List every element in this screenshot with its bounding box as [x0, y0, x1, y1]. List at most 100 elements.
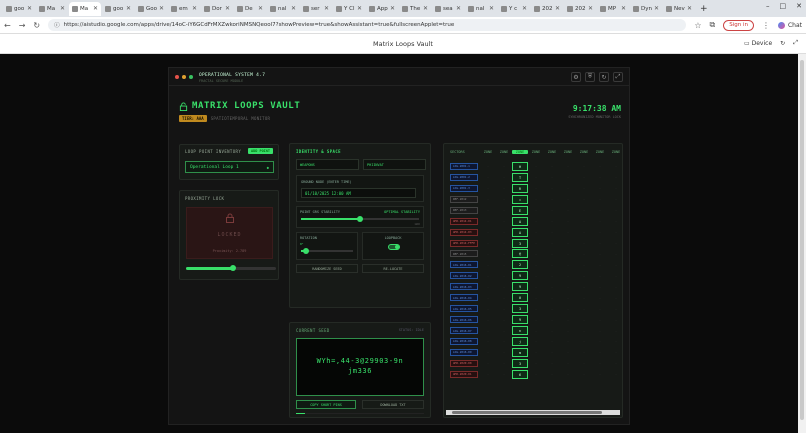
tab-close-icon[interactable]: ✕ — [687, 5, 692, 12]
browser-tab[interactable]: em ✕ — [168, 2, 200, 16]
settings-icon[interactable]: ⚙ — [571, 72, 581, 82]
sector-tag[interactable]: LOG-2016-02 — [450, 272, 478, 280]
browser-tab[interactable]: ser ✕ — [300, 2, 332, 16]
site-info-icon[interactable]: ⓘ — [54, 21, 60, 29]
sector-tag[interactable]: LOG-2016-05 — [450, 305, 478, 313]
tab-close-icon[interactable]: ✕ — [654, 5, 659, 12]
loop-select[interactable]: Operational Loop 1 ◆ — [185, 161, 274, 173]
add-point-button[interactable]: ADD POINT — [248, 148, 273, 154]
maximize-icon[interactable]: □ — [780, 2, 787, 10]
sector-tag[interactable]: AMX-2020-01 — [450, 370, 478, 378]
sign-in-button[interactable]: Sign in — [723, 19, 754, 31]
shield-icon[interactable]: ⛨ — [585, 72, 595, 82]
browser-tab[interactable]: Nev ✕ — [663, 2, 695, 16]
browser-tab[interactable]: goo ✕ — [102, 2, 134, 16]
phiinvat-field[interactable]: PHIINVAT — [363, 159, 426, 170]
close-window-icon[interactable]: ✕ — [796, 2, 802, 10]
tab-close-icon[interactable]: ✕ — [588, 5, 593, 12]
browser-tab[interactable]: goo ✕ — [3, 2, 35, 16]
proximity-slider[interactable] — [186, 265, 276, 271]
browser-tab[interactable]: nal ✕ — [465, 2, 497, 16]
browser-tab[interactable]: nal ✕ — [267, 2, 299, 16]
forward-icon[interactable]: → — [19, 21, 26, 30]
close-dot-icon[interactable] — [175, 75, 179, 79]
rotation-slider[interactable] — [301, 248, 353, 254]
minimize-icon[interactable]: – — [766, 2, 770, 10]
sector-tag[interactable]: AMX-2014-03 — [450, 228, 478, 236]
tab-close-icon[interactable]: ✕ — [489, 5, 494, 12]
browser-tab[interactable]: De ✕ — [234, 2, 266, 16]
browser-tab[interactable]: The ✕ — [399, 2, 431, 16]
new-tab-button[interactable]: + — [696, 4, 712, 14]
browser-tab[interactable]: 202 ✕ — [564, 2, 596, 16]
extensions-icon[interactable]: ⧉ — [709, 20, 715, 30]
browser-tab[interactable]: Y Cl ✕ — [333, 2, 365, 16]
reload-icon[interactable]: ↻ — [33, 21, 40, 30]
tab-close-icon[interactable]: ✕ — [159, 5, 164, 12]
sector-tag[interactable]: AMX-2014-01 — [450, 217, 478, 225]
tab-close-icon[interactable]: ✕ — [60, 5, 65, 12]
device-button[interactable]: ▭ Device — [744, 40, 772, 47]
browser-tab[interactable]: Ma ✕ — [36, 2, 68, 16]
tab-close-icon[interactable]: ✕ — [225, 5, 230, 12]
sector-tag[interactable]: LOG-2016-09 — [450, 348, 478, 356]
browser-tab[interactable]: Dyn ✕ — [630, 2, 662, 16]
download-button[interactable]: DOWNLOAD TXT — [362, 400, 424, 409]
maximize-dot-icon[interactable] — [189, 75, 193, 79]
anchor-datetime-input[interactable]: 01/10/2025 12:00 AM — [301, 188, 416, 198]
minimize-dot-icon[interactable] — [182, 75, 186, 79]
sync-icon[interactable]: ↻ — [599, 72, 609, 82]
tab-close-icon[interactable]: ✕ — [390, 5, 395, 12]
sector-tag[interactable]: REF-2013 — [450, 206, 478, 214]
sector-tag[interactable]: AMX-2020-00 — [450, 359, 478, 367]
browser-tab[interactable]: Dor ✕ — [201, 2, 233, 16]
grid-scroll-thumb[interactable] — [452, 411, 602, 414]
browser-tab[interactable]: sea ✕ — [432, 2, 464, 16]
refresh-icon[interactable]: ↻ — [780, 40, 785, 47]
expand-icon[interactable]: ⤢ — [613, 72, 623, 82]
sector-tag[interactable]: AMX-2014-FFFE — [450, 239, 478, 247]
sector-tag[interactable]: LOG-2016-07 — [450, 327, 478, 335]
sector-tag[interactable]: LOG-2001-2 — [450, 173, 478, 181]
stability-slider-knob[interactable] — [357, 216, 363, 222]
sector-tag[interactable]: LOG-2016-04 — [450, 294, 478, 302]
tab-close-icon[interactable]: ✕ — [192, 5, 197, 12]
tab-close-icon[interactable]: ✕ — [456, 5, 461, 12]
tab-close-icon[interactable]: ✕ — [291, 5, 296, 12]
fullscreen-icon[interactable]: ⤢ — [793, 39, 798, 47]
tab-close-icon[interactable]: ✕ — [93, 5, 98, 12]
sector-tag[interactable]: LOG-2016-01 — [450, 261, 478, 269]
sector-tag[interactable]: LOG-2016-06 — [450, 316, 478, 324]
relocate-button[interactable]: RE-LOCATE — [362, 264, 424, 273]
tab-close-icon[interactable]: ✕ — [27, 5, 32, 12]
tab-close-icon[interactable]: ✕ — [258, 5, 263, 12]
chat-button[interactable]: Chat — [777, 21, 802, 29]
browser-tab[interactable]: Y c ✕ — [498, 2, 530, 16]
back-icon[interactable]: ← — [4, 21, 11, 30]
sector-tag[interactable]: REF-2015 — [450, 250, 478, 258]
sector-tag[interactable]: LOG-2016-08 — [450, 337, 478, 345]
bookmark-star-icon[interactable]: ☆ — [694, 21, 701, 30]
url-input[interactable]: ⓘ https://aistudio.google.com/apps/drive… — [48, 19, 687, 31]
tab-close-icon[interactable]: ✕ — [423, 5, 428, 12]
browser-tab[interactable]: Ma ✕ — [69, 1, 101, 16]
sector-tag[interactable]: LOG-2001-3 — [450, 184, 478, 192]
scrollbar-thumb[interactable] — [800, 60, 804, 420]
sector-tag[interactable]: LOG-2016-03 — [450, 283, 478, 291]
randomize-seed-button[interactable]: RANDOMIZE SEED — [296, 264, 358, 273]
proximity-slider-knob[interactable] — [229, 265, 236, 271]
grid-horizontal-scrollbar[interactable] — [446, 410, 620, 415]
browser-tab[interactable]: Goo ✕ — [135, 2, 167, 16]
copy-pins-button[interactable]: COPY SHORT PINS — [296, 400, 356, 409]
loopback-toggle[interactable] — [388, 244, 400, 250]
sector-tag[interactable]: LOG-2001-1 — [450, 162, 478, 170]
sector-tag[interactable]: REF-2012 — [450, 195, 478, 203]
tab-close-icon[interactable]: ✕ — [357, 5, 362, 12]
tab-close-icon[interactable]: ✕ — [621, 5, 626, 12]
browser-tab[interactable]: 202 ✕ — [531, 2, 563, 16]
page-scrollbar[interactable] — [798, 54, 806, 433]
stability-slider[interactable] — [301, 216, 419, 222]
weapons-field[interactable]: WEAPONS — [296, 159, 359, 170]
tab-close-icon[interactable]: ✕ — [555, 5, 560, 12]
browser-tab[interactable]: App ✕ — [366, 2, 398, 16]
